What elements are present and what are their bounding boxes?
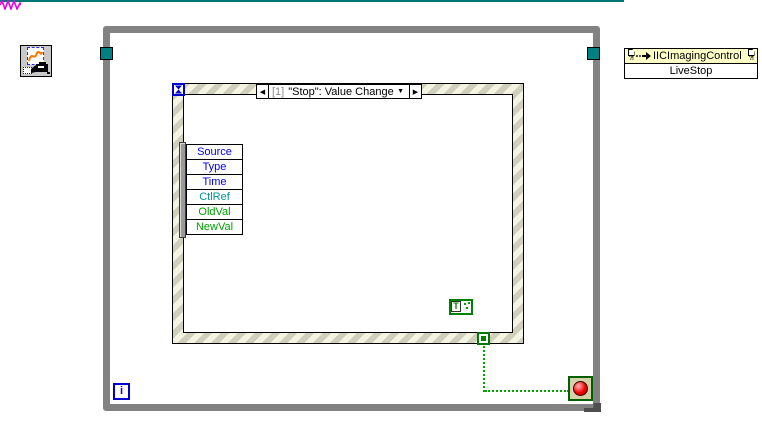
invoke-node-class: IICImagingControl xyxy=(653,50,742,62)
stop-button-icon xyxy=(573,381,588,396)
true-value-label: T xyxy=(451,301,461,312)
camera-icon xyxy=(31,62,50,74)
refnum-page-icon xyxy=(747,49,755,56)
selector-case-index: [1] xyxy=(272,85,285,98)
tunnel-dot xyxy=(481,336,486,341)
iteration-terminal[interactable]: i xyxy=(113,383,130,400)
selector-case-name: "Stop": Value Change xyxy=(288,85,394,98)
refnum-wire[interactable] xyxy=(0,0,624,2)
boolean-constant-dot xyxy=(468,302,470,304)
hourglass-icon xyxy=(175,85,182,94)
event-data-field-source[interactable]: Source xyxy=(186,144,243,160)
loop-tunnel-left[interactable] xyxy=(100,47,113,60)
selector-dropdown-icon[interactable]: ▼ xyxy=(397,88,406,95)
event-structure-tunnel[interactable] xyxy=(477,332,490,345)
invoke-arrow-icon xyxy=(636,52,651,60)
automation-refnum-icon: ?! xyxy=(746,49,756,63)
refnum-page-icon xyxy=(627,49,635,56)
invoke-node-method[interactable]: LiveStop xyxy=(625,64,757,78)
refnum-marks: ?! xyxy=(628,55,634,62)
image-acquisition-subvi-icon[interactable] xyxy=(20,45,52,77)
event-data-field-newval[interactable]: NewVal xyxy=(186,219,243,235)
boolean-true-constant[interactable]: T xyxy=(449,299,473,315)
event-data-node-bar[interactable] xyxy=(179,142,186,238)
event-data-field-type[interactable]: Type xyxy=(186,159,243,175)
boolean-constant-dot xyxy=(464,303,466,305)
stop-button-terminal[interactable] xyxy=(568,376,593,401)
loop-tunnel-right[interactable] xyxy=(587,47,600,60)
selector-label[interactable]: [1] "Stop": Value Change ▼ xyxy=(269,85,409,98)
block-diagram: i ◀ [1] "Stop": Value Change ▼ ▶ Source … xyxy=(0,0,762,426)
timeout-terminal[interactable] xyxy=(172,83,185,96)
event-data-field-oldval[interactable]: OldVal xyxy=(186,204,243,220)
refnum-marks: ?! xyxy=(748,55,754,62)
cluster-wire[interactable] xyxy=(0,0,21,10)
selector-next-arrow[interactable]: ▶ xyxy=(409,85,421,98)
event-data-field-time[interactable]: Time xyxy=(186,174,243,190)
boolean-constant-dot xyxy=(466,307,468,309)
invoke-node-header: ?! IICImagingControl ?! xyxy=(625,49,757,64)
event-case-selector: ◀ [1] "Stop": Value Change ▼ ▶ xyxy=(256,84,422,99)
automation-refnum-icon: ?! xyxy=(626,49,636,63)
event-data-field-ctlref[interactable]: CtlRef xyxy=(186,189,243,205)
selector-prev-arrow[interactable]: ◀ xyxy=(257,85,269,98)
event-data-node: Source Type Time CtlRef OldVal NewVal xyxy=(186,144,243,235)
invoke-node[interactable]: ?! IICImagingControl ?! LiveStop xyxy=(624,48,758,79)
